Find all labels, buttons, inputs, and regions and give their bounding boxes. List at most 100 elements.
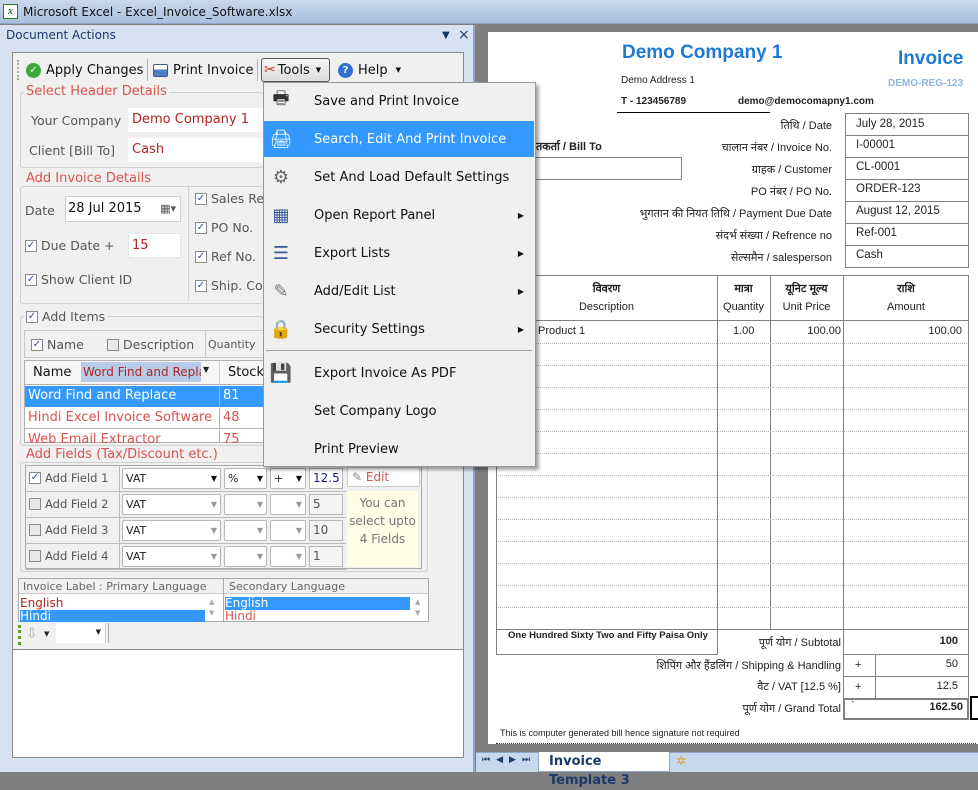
edit-fields-button[interactable]: ✎ Edit xyxy=(347,467,420,487)
chevron-down-icon[interactable]: ▼ xyxy=(203,365,209,374)
tools-menu-button[interactable]: ✂ Tools ▼ xyxy=(261,58,330,82)
toolbar-grip[interactable] xyxy=(17,60,19,80)
calendar-icon[interactable]: ▦▾ xyxy=(160,197,176,221)
invoice-detail-value[interactable]: Ref-001 xyxy=(845,223,969,246)
help-menu-button[interactable]: ? Help ▼ xyxy=(338,58,401,82)
tools-menu-item[interactable]: 💾 Export Invoice As PDF xyxy=(264,355,534,391)
add-items-checkbox[interactable]: ✓ Add Items xyxy=(24,309,108,324)
tools-menu-item[interactable]: 🖨 Search, Edit And Print Invoice xyxy=(264,121,534,157)
grand-total-value[interactable]: 162.50 xyxy=(877,701,963,713)
grid-row[interactable]: Hindi Excel Invoice Software 48 xyxy=(25,408,265,429)
add-field-checkbox[interactable]: Add Field 3 xyxy=(29,523,108,537)
invoice-address: Demo Address 1 xyxy=(621,75,695,86)
line-item-description[interactable]: Product 1 xyxy=(538,325,585,337)
pane-close-icon[interactable]: × xyxy=(458,27,470,43)
field-sign-select[interactable]: ▼ xyxy=(270,546,306,567)
field-sign-select[interactable]: ▼ xyxy=(270,494,306,515)
pane-options-dropdown-icon[interactable]: ▼ xyxy=(442,30,450,41)
add-field-checkbox[interactable]: ✓ Add Field 1 xyxy=(29,471,108,485)
subtotal-value[interactable]: 100 xyxy=(845,635,958,647)
name-column-checkbox[interactable]: ✓ Name xyxy=(31,337,84,352)
sheet-tab-active[interactable]: Invoice Template 3 xyxy=(538,752,670,788)
item-search-combo[interactable]: Word Find and Repla xyxy=(81,362,201,382)
tools-menu-item[interactable]: 🖶 Save and Print Invoice xyxy=(264,83,534,119)
chevron-down-icon: ▼ xyxy=(256,526,263,535)
date-picker[interactable]: 28 Jul 2015 ▦▾ xyxy=(65,196,181,222)
insert-sheet-icon[interactable]: ✲ xyxy=(676,754,686,768)
invoice-detail-value[interactable]: August 12, 2015 xyxy=(845,201,969,224)
toolbar-grip[interactable] xyxy=(18,625,23,645)
field-type-select[interactable]: VAT ▼ xyxy=(122,494,221,515)
field-sign-select[interactable]: + ▼ xyxy=(270,468,306,489)
add-fields-title: Add Fields (Tax/Discount etc.) xyxy=(24,447,220,462)
due-date-days-input[interactable]: 15 xyxy=(128,233,181,258)
grid-row-selected[interactable]: Word Find and Replace 81 xyxy=(25,386,265,407)
checkbox-icon xyxy=(29,524,41,536)
po-no-checkbox[interactable]: ✓ PO No. xyxy=(195,220,253,235)
client-input[interactable]: Cash xyxy=(128,138,268,162)
invoice-detail-value[interactable]: ORDER-123 xyxy=(845,179,969,202)
field-unit-select[interactable]: ▼ xyxy=(224,520,267,541)
row-line xyxy=(498,497,967,498)
field-unit-select[interactable]: ▼ xyxy=(224,546,267,567)
tools-menu-item[interactable]: Print Preview xyxy=(264,431,534,467)
field-type-select[interactable]: VAT ▼ xyxy=(122,468,221,489)
field-value-input[interactable]: 5 xyxy=(309,494,343,515)
invoice-detail-value[interactable]: July 28, 2015 xyxy=(845,113,969,136)
tools-menu-item[interactable]: 🔒 Security Settings ▶ xyxy=(264,311,534,347)
invoice-detail-value[interactable]: CL-0001 xyxy=(845,157,969,180)
shipping-value[interactable]: 50 xyxy=(877,658,958,670)
vat-value[interactable]: 12.5 xyxy=(877,680,958,692)
tools-menu-item[interactable]: ▦ Open Report Panel ▶ xyxy=(264,197,534,233)
checkbox-icon: ✓ xyxy=(195,192,207,205)
show-client-id-checkbox[interactable]: ✓ Show Client ID xyxy=(25,272,132,287)
language-option[interactable]: Hindi xyxy=(225,610,410,623)
invoice-detail-value[interactable]: Cash xyxy=(845,245,969,268)
checkbox-icon: ✓ xyxy=(25,239,37,252)
help-label: Help xyxy=(358,62,388,78)
language-option-selected[interactable]: Hindi xyxy=(20,610,205,622)
field-sign-value: + xyxy=(274,472,284,485)
line-item-quantity[interactable]: 1.00 xyxy=(733,325,754,337)
tools-menu-item[interactable]: Set Company Logo xyxy=(264,393,534,429)
company-input[interactable]: Demo Company 1 xyxy=(128,108,268,132)
chevron-down-icon: ▼ xyxy=(256,474,263,483)
field-type-select[interactable]: VAT ▼ xyxy=(122,546,221,567)
primary-language-list[interactable]: English Hindi xyxy=(20,597,205,622)
line-item-amount[interactable]: 100.00 xyxy=(845,325,962,337)
ship-co-checkbox[interactable]: ✓ Ship. Co xyxy=(195,278,263,293)
padlock-icon: 🔒 xyxy=(269,318,293,340)
ref-no-checkbox[interactable]: ✓ Ref No. xyxy=(195,249,256,264)
scrollbar[interactable]: ▲ ▼ xyxy=(209,597,214,619)
down-arrow-icon[interactable]: ⇩ xyxy=(26,626,38,642)
field-type-select[interactable]: VAT ▼ xyxy=(122,520,221,541)
tools-menu-item[interactable]: ⚙ Set And Load Default Settings xyxy=(264,159,534,195)
add-field-checkbox[interactable]: Add Field 2 xyxy=(29,497,108,511)
tools-menu-item[interactable]: ☰ Export Lists ▶ xyxy=(264,235,534,271)
field-unit-select[interactable]: % ▼ xyxy=(224,468,267,489)
menu-item-label: Security Settings xyxy=(314,321,425,337)
print-invoice-button[interactable]: Print Invoice xyxy=(153,58,254,82)
invoice-detail-value[interactable]: I-00001 xyxy=(845,135,969,158)
apply-changes-button[interactable]: ✓ Apply Changes xyxy=(26,58,143,82)
field-unit-select[interactable]: ▼ xyxy=(224,494,267,515)
sales-rep-checkbox[interactable]: ✓ Sales Re xyxy=(195,191,264,206)
chevron-down-icon: ▼ xyxy=(256,500,263,509)
sheet-nav-buttons[interactable]: ⏮◀▶⏭ xyxy=(482,755,536,765)
mini-combo[interactable]: ▼ xyxy=(56,623,106,643)
scrollbar[interactable]: ▲ ▼ xyxy=(415,597,420,619)
field-value-input[interactable]: 1 xyxy=(309,546,343,567)
description-column-checkbox[interactable]: Description xyxy=(107,337,194,352)
chevron-down-icon[interactable]: ▼ xyxy=(44,630,49,638)
field-sign-select[interactable]: ▼ xyxy=(270,520,306,541)
grid-row[interactable]: Web Email Extractor 75 xyxy=(25,430,265,443)
grand-total-label: पूर्ण योग / Grand Total xyxy=(742,703,841,715)
divider xyxy=(205,331,206,357)
tools-menu-item[interactable]: ✎ Add/Edit List ▶ xyxy=(264,273,534,309)
secondary-language-list[interactable]: English Hindi xyxy=(225,597,410,622)
field-value-input[interactable]: 12.5 xyxy=(309,468,343,489)
due-date-checkbox[interactable]: ✓ Due Date + xyxy=(25,238,115,253)
add-field-checkbox[interactable]: Add Field 4 xyxy=(29,549,108,563)
line-item-unit-price[interactable]: 100.00 xyxy=(771,325,841,337)
field-value-input[interactable]: 10 xyxy=(309,520,343,541)
